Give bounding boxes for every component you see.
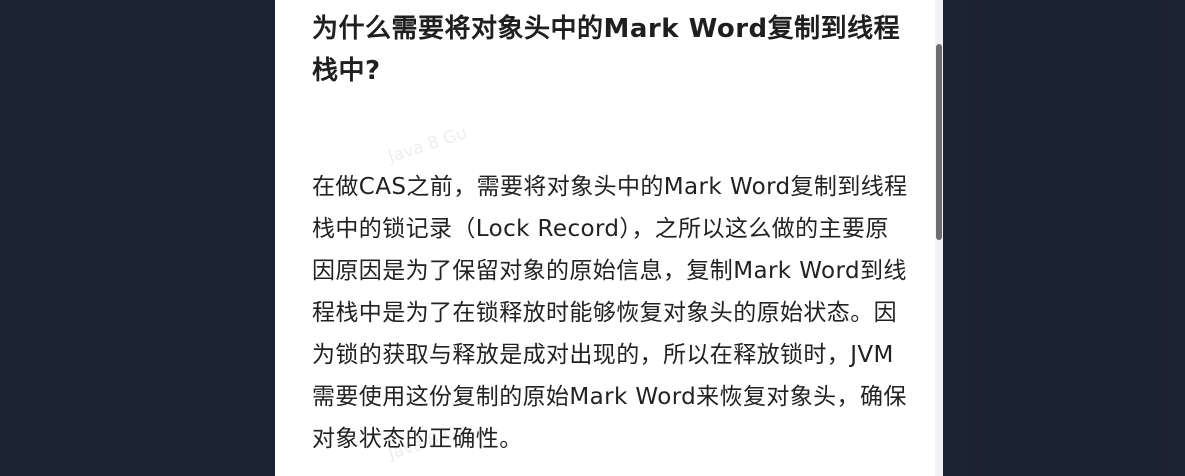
article-heading: 为什么需要将对象头中的Mark Word复制到线程栈中? xyxy=(312,14,901,86)
scrollbar-thumb[interactable] xyxy=(936,44,942,240)
background-shade xyxy=(943,0,1185,476)
article-paragraph: 在做CAS之前，需要将对象头中的Mark Word复制到线程栈中的锁记录（Loc… xyxy=(312,174,908,452)
article-panel: 为什么需要将对象头中的Mark Word复制到线程栈中? Java 8 Gu 在… xyxy=(275,0,943,476)
watermark: Java 8 Gu xyxy=(385,122,470,168)
screen: 为什么需要将对象头中的Mark Word复制到线程栈中? Java 8 Gu 在… xyxy=(0,0,1185,476)
